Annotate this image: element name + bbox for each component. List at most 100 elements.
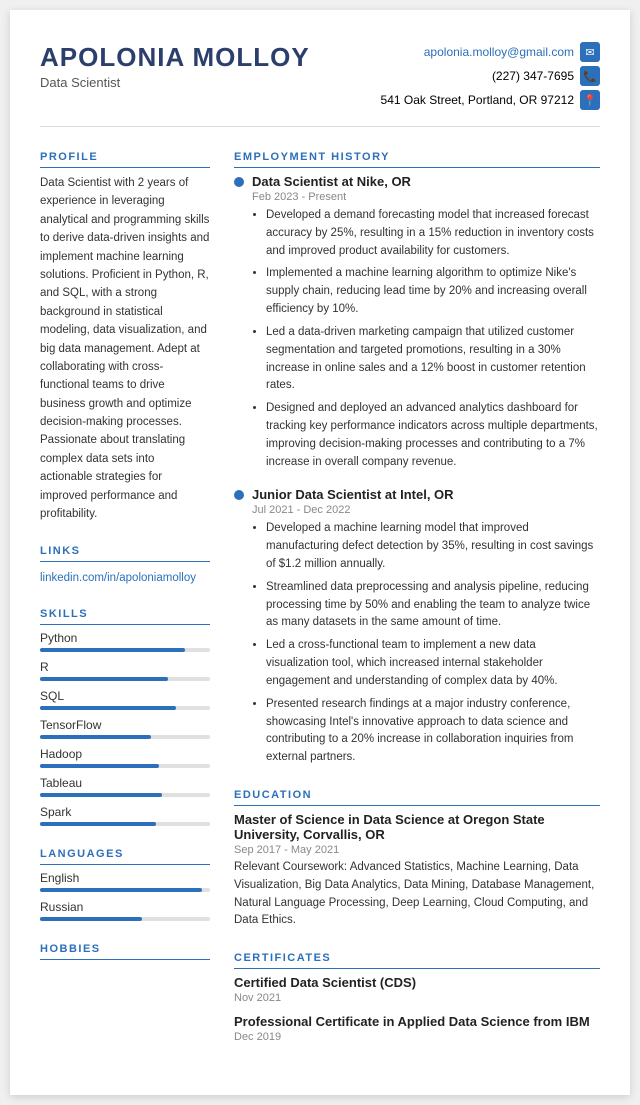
profile-section: PROFILE Data Scientist with 2 years of e… <box>40 151 210 523</box>
links-section: LINKS linkedin.com/in/apoloniamolloy <box>40 545 210 586</box>
skill-name: SQL <box>40 689 210 703</box>
skill-item: Python <box>40 631 210 652</box>
certificate-title: Professional Certificate in Applied Data… <box>234 1014 600 1029</box>
language-bar-fill <box>40 917 142 921</box>
skill-name: Tableau <box>40 776 210 790</box>
job-bullet: Led a data-driven marketing campaign tha… <box>266 324 600 395</box>
skill-item: SQL <box>40 689 210 710</box>
email-icon: ✉ <box>580 42 600 62</box>
job-bullet: Developed a machine learning model that … <box>266 520 600 573</box>
skill-item: Spark <box>40 805 210 826</box>
location-icon: 📍 <box>580 90 600 110</box>
profile-text: Data Scientist with 2 years of experienc… <box>40 174 210 523</box>
skill-item: R <box>40 660 210 681</box>
certificate-item: Professional Certificate in Applied Data… <box>234 1014 600 1043</box>
linkedin-link-item: linkedin.com/in/apoloniamolloy <box>40 568 210 586</box>
right-column: EMPLOYMENT HISTORY Data Scientist at Nik… <box>234 151 600 1065</box>
job-item: Junior Data Scientist at Intel, OR Jul 2… <box>234 487 600 767</box>
resume: APOLONIA MOLLOY Data Scientist apolonia.… <box>10 10 630 1095</box>
job-dot <box>234 177 244 187</box>
left-column: PROFILE Data Scientist with 2 years of e… <box>40 151 210 1065</box>
jobs-list: Data Scientist at Nike, OR Feb 2023 - Pr… <box>234 174 600 767</box>
job-header: Junior Data Scientist at Intel, OR <box>234 487 600 502</box>
job-bullets: Developed a machine learning model that … <box>252 520 600 767</box>
language-item: English <box>40 871 210 892</box>
education-title: EDUCATION <box>234 789 600 806</box>
job-bullets: Developed a demand forecasting model tha… <box>252 207 600 471</box>
language-name: Russian <box>40 900 210 914</box>
skills-list: Python R SQL TensorFlow Hadoop Tableau S… <box>40 631 210 826</box>
skill-bar-fill <box>40 793 162 797</box>
job-dates: Feb 2023 - Present <box>252 191 600 203</box>
language-item: Russian <box>40 900 210 921</box>
certificate-title: Certified Data Scientist (CDS) <box>234 975 600 990</box>
job-dot <box>234 490 244 500</box>
skill-bar-bg <box>40 764 210 768</box>
job-bullet: Developed a demand forecasting model tha… <box>266 207 600 260</box>
job-bullet: Streamlined data preprocessing and analy… <box>266 579 600 632</box>
skill-bar-fill <box>40 648 185 652</box>
profile-title: PROFILE <box>40 151 210 168</box>
certificates-title: CERTIFICATES <box>234 952 600 969</box>
language-bar-bg <box>40 917 210 921</box>
skill-name: Python <box>40 631 210 645</box>
email-contact: apolonia.molloy@gmail.com ✉ <box>424 42 600 62</box>
skill-bar-bg <box>40 677 210 681</box>
skill-item: TensorFlow <box>40 718 210 739</box>
header-left: APOLONIA MOLLOY Data Scientist <box>40 42 310 90</box>
phone-contact: (227) 347-7695 📞 <box>492 66 600 86</box>
skills-title: SKILLS <box>40 608 210 625</box>
certificate-date: Dec 2019 <box>234 1031 600 1043</box>
skill-bar-fill <box>40 706 176 710</box>
job-bullet: Implemented a machine learning algorithm… <box>266 265 600 318</box>
skill-bar-fill <box>40 822 156 826</box>
links-title: LINKS <box>40 545 210 562</box>
skill-bar-bg <box>40 793 210 797</box>
employment-section: EMPLOYMENT HISTORY Data Scientist at Nik… <box>234 151 600 767</box>
header-right: apolonia.molloy@gmail.com ✉ (227) 347-76… <box>381 42 600 110</box>
education-degree: Master of Science in Data Science at Ore… <box>234 812 600 842</box>
skill-bar-fill <box>40 677 168 681</box>
employment-title: EMPLOYMENT HISTORY <box>234 151 600 168</box>
skills-section: SKILLS Python R SQL TensorFlow Hadoop Ta… <box>40 608 210 826</box>
language-name: English <box>40 871 210 885</box>
linkedin-link[interactable]: linkedin.com/in/apoloniamolloy <box>40 572 196 584</box>
phone-icon: 📞 <box>580 66 600 86</box>
skill-bar-bg <box>40 735 210 739</box>
job-dates: Jul 2021 - Dec 2022 <box>252 504 600 516</box>
address-text: 541 Oak Street, Portland, OR 97212 <box>381 93 574 107</box>
job-header: Data Scientist at Nike, OR <box>234 174 600 189</box>
education-dates: Sep 2017 - May 2021 <box>234 844 600 856</box>
certificate-date: Nov 2021 <box>234 992 600 1004</box>
skill-name: R <box>40 660 210 674</box>
address-contact: 541 Oak Street, Portland, OR 97212 📍 <box>381 90 600 110</box>
skill-bar-bg <box>40 822 210 826</box>
certificates-section: CERTIFICATES Certified Data Scientist (C… <box>234 952 600 1043</box>
skill-name: TensorFlow <box>40 718 210 732</box>
job-bullet: Designed and deployed an advanced analyt… <box>266 400 600 471</box>
skill-item: Tableau <box>40 776 210 797</box>
languages-list: English Russian <box>40 871 210 921</box>
education-list: Master of Science in Data Science at Ore… <box>234 812 600 930</box>
language-bar-bg <box>40 888 210 892</box>
job-title: Data Scientist at Nike, OR <box>252 174 411 189</box>
education-coursework: Relevant Coursework: Advanced Statistics… <box>234 859 600 930</box>
body: PROFILE Data Scientist with 2 years of e… <box>40 151 600 1065</box>
email-link[interactable]: apolonia.molloy@gmail.com <box>424 45 574 59</box>
certificates-list: Certified Data Scientist (CDS) Nov 2021 … <box>234 975 600 1043</box>
skill-bar-bg <box>40 648 210 652</box>
hobbies-title: HOBBIES <box>40 943 210 960</box>
header: APOLONIA MOLLOY Data Scientist apolonia.… <box>40 42 600 127</box>
candidate-name: APOLONIA MOLLOY <box>40 42 310 73</box>
candidate-title: Data Scientist <box>40 75 310 90</box>
job-bullet: Led a cross-functional team to implement… <box>266 637 600 690</box>
certificate-item: Certified Data Scientist (CDS) Nov 2021 <box>234 975 600 1004</box>
languages-section: LANGUAGES English Russian <box>40 848 210 921</box>
education-section: EDUCATION Master of Science in Data Scie… <box>234 789 600 930</box>
skill-bar-fill <box>40 735 151 739</box>
skill-name: Hadoop <box>40 747 210 761</box>
phone-number: (227) 347-7695 <box>492 69 574 83</box>
job-title: Junior Data Scientist at Intel, OR <box>252 487 454 502</box>
skill-bar-bg <box>40 706 210 710</box>
languages-title: LANGUAGES <box>40 848 210 865</box>
